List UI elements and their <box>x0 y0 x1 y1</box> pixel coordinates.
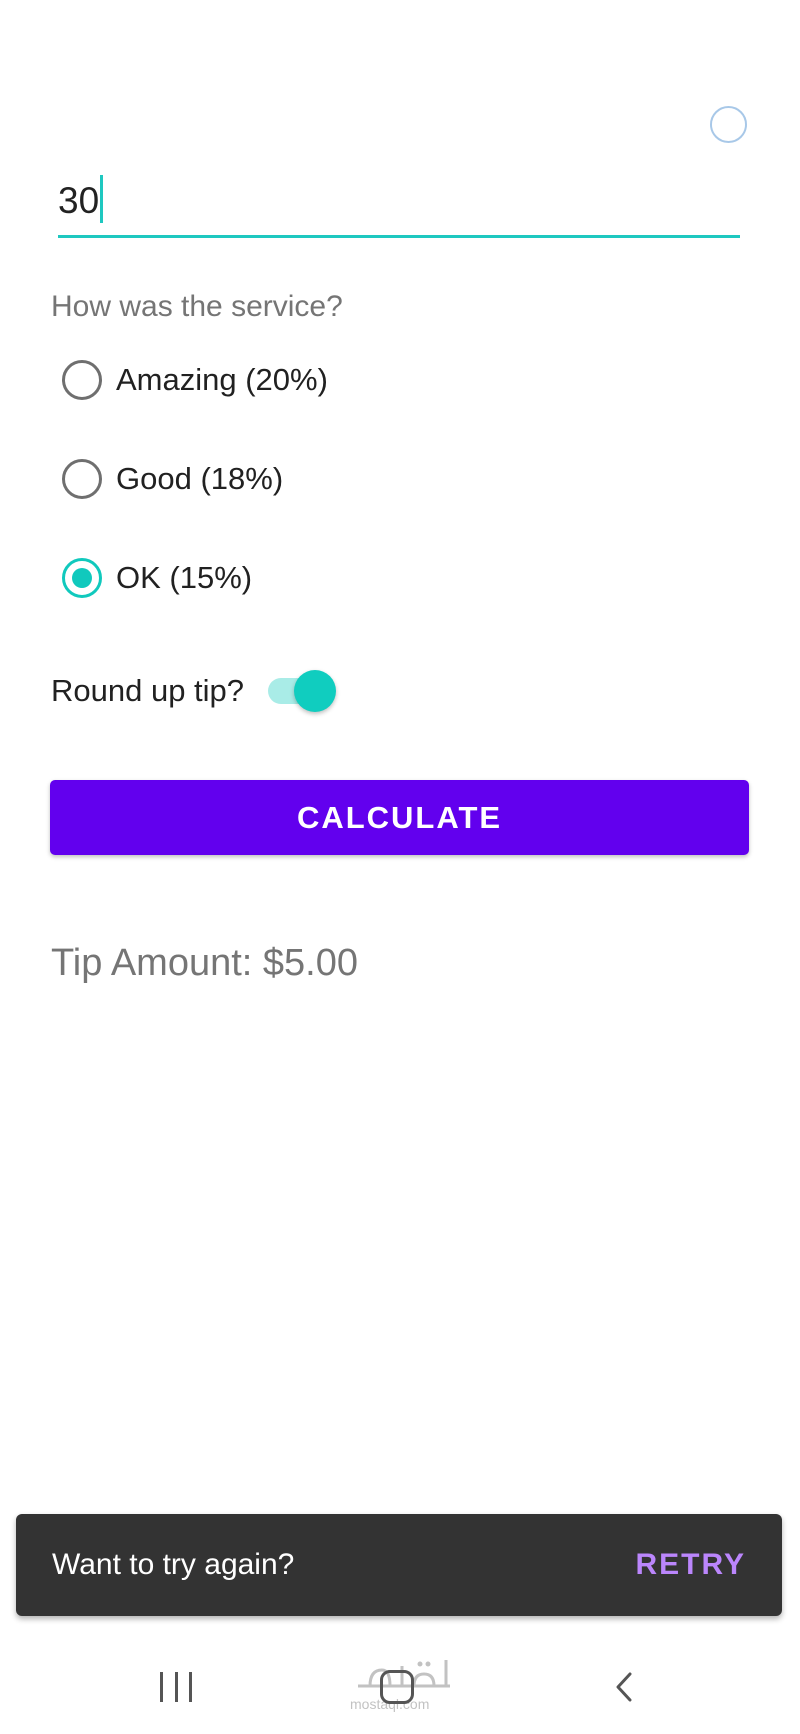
radio-label-amazing: Amazing (20%) <box>116 362 328 397</box>
cost-of-service-input[interactable]: 30 <box>58 170 740 238</box>
radio-label-ok: OK (15%) <box>116 560 253 595</box>
round-up-switch[interactable] <box>268 670 337 712</box>
tip-amount-result: Tip Amount: $5.00 <box>51 942 359 984</box>
back-icon[interactable] <box>610 1672 640 1702</box>
calculate-button[interactable]: CALCULATE <box>50 780 749 855</box>
tip-calculator-screen: 30 How was the service? Amazing (20%) Go… <box>0 0 800 1734</box>
system-navigation-bar: mostaql.com <box>0 1632 800 1734</box>
radio-option-ok[interactable]: OK (15%) <box>62 553 252 603</box>
retry-button[interactable]: RETRY <box>635 1548 746 1582</box>
service-question-label: How was the service? <box>51 290 343 323</box>
home-icon[interactable] <box>380 1670 414 1704</box>
radio-button-good[interactable] <box>62 459 102 499</box>
snackbar-message: Want to try again? <box>52 1548 295 1581</box>
switch-thumb <box>294 670 337 712</box>
radio-option-amazing[interactable]: Amazing (20%) <box>62 355 328 405</box>
radio-button-ok[interactable] <box>62 558 102 598</box>
text-caret <box>100 175 104 224</box>
round-up-label: Round up tip? <box>51 673 245 708</box>
radio-label-good: Good (18%) <box>116 461 284 496</box>
round-up-row: Round up tip? <box>51 666 337 716</box>
snackbar: Want to try again? RETRY <box>16 1514 782 1616</box>
recent-apps-icon[interactable] <box>160 1672 192 1702</box>
circle-indicator-icon <box>710 106 747 143</box>
radio-button-amazing[interactable] <box>62 360 102 400</box>
cost-of-service-value: 30 <box>58 175 104 224</box>
radio-option-good[interactable]: Good (18%) <box>62 454 283 504</box>
